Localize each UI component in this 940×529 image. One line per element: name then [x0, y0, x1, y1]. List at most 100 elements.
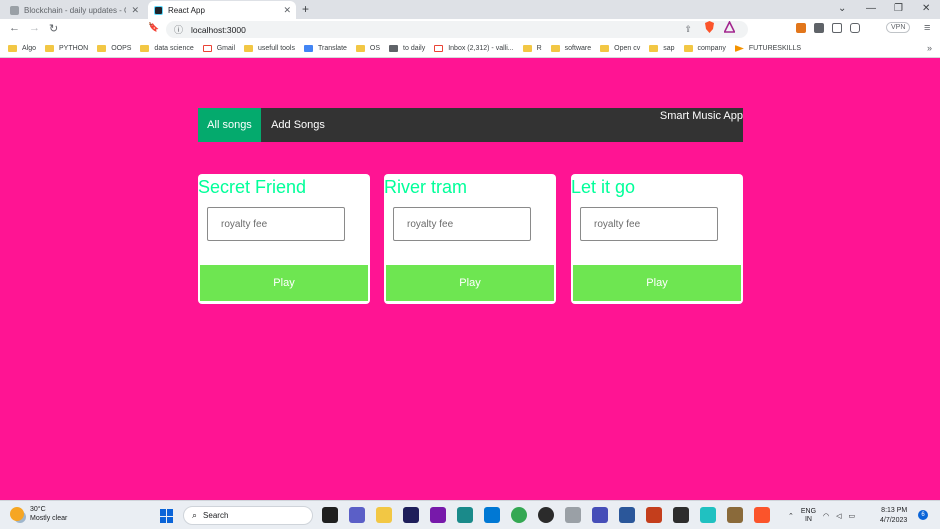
archive-app-icon[interactable]	[727, 507, 743, 523]
nav-add-songs[interactable]: Add Songs	[261, 108, 335, 142]
folder-icon	[522, 45, 532, 52]
weather-desc: Mostly clear	[30, 515, 68, 522]
brave-rewards-icon[interactable]	[724, 21, 735, 33]
bookmark-label: to daily	[403, 45, 426, 52]
address-bar[interactable]: ⓘ localhost:3000 ⇪	[166, 21, 748, 38]
brave-shields-icon[interactable]	[704, 21, 715, 33]
tab-search-icon[interactable]: ⌄	[838, 3, 846, 14]
taskbar-search[interactable]: ⌕ Search	[183, 506, 313, 525]
pinned-apps	[322, 507, 770, 523]
gmail-icon	[434, 45, 444, 52]
bookmark-item[interactable]: R	[522, 45, 542, 52]
powerpoint-icon[interactable]	[646, 507, 662, 523]
battery-icon[interactable]: ▭	[849, 512, 856, 520]
bookmark-item[interactable]: Inbox (2,312) - valli...	[434, 45, 514, 52]
media-player-icon[interactable]	[538, 507, 554, 523]
maximize-button[interactable]: ❐	[894, 3, 903, 14]
sidebar-icon[interactable]	[832, 23, 842, 33]
extensions-icon[interactable]	[814, 23, 824, 33]
task-view-icon[interactable]	[322, 507, 338, 523]
royalty-fee-input[interactable]	[393, 207, 531, 241]
bookmark-item[interactable]: OOPS	[97, 45, 131, 52]
search-label: Search	[203, 511, 229, 520]
tab-title: React App	[168, 5, 205, 15]
teams-icon[interactable]	[592, 507, 608, 523]
wallet-icon[interactable]	[850, 23, 860, 33]
song-card: River tram Play	[384, 174, 556, 304]
weather-widget[interactable]: 30°C Mostly clear	[10, 505, 67, 523]
vscode-icon[interactable]	[484, 507, 500, 523]
folder-icon	[244, 45, 254, 52]
metamask-icon[interactable]	[796, 23, 806, 33]
cube-app-icon[interactable]	[700, 507, 716, 523]
song-title: River tram	[384, 177, 468, 197]
google-docs-favicon-icon	[10, 5, 19, 15]
react-favicon-icon	[154, 5, 163, 15]
bookmark-item[interactable]: FUTURESKILLS	[734, 45, 801, 52]
chrome-icon[interactable]	[511, 507, 527, 523]
royalty-fee-input[interactable]	[580, 207, 718, 241]
close-icon[interactable]: ✕	[126, 5, 144, 16]
bookmark-item[interactable]: usefull tools	[244, 45, 295, 52]
bookmark-item[interactable]: Open cv	[600, 45, 640, 52]
bookmark-item[interactable]: company	[683, 45, 726, 52]
translate-icon	[303, 45, 313, 52]
terminal-icon[interactable]	[673, 507, 689, 523]
chevron-up-icon[interactable]: ⌃	[788, 512, 794, 520]
chat-icon[interactable]	[349, 507, 365, 523]
bookmark-item[interactable]: software	[550, 45, 591, 52]
microphone-icon[interactable]	[565, 507, 581, 523]
nav-all-songs[interactable]: All songs	[198, 108, 261, 142]
bookmark-item[interactable]: to daily	[389, 45, 425, 52]
site-info-icon[interactable]: ⓘ	[174, 23, 183, 36]
bookmark-item[interactable]: data science	[140, 45, 194, 52]
folder-icon	[355, 45, 365, 52]
bookmark-item[interactable]: sap	[649, 45, 675, 52]
notification-badge[interactable]: 6	[918, 510, 928, 520]
word-icon[interactable]	[619, 507, 635, 523]
bookmarks-overflow-button[interactable]: »	[927, 43, 932, 53]
brave-icon[interactable]	[754, 507, 770, 523]
speaker-icon[interactable]: ◁	[836, 512, 841, 520]
clock[interactable]: 8:13 PM 4/7/2023	[880, 506, 907, 526]
edge-icon[interactable]	[457, 507, 473, 523]
reload-button[interactable]: ↻	[49, 22, 58, 35]
minimize-button[interactable]: —	[866, 3, 876, 14]
tab-react-app[interactable]: React App ✕	[148, 1, 296, 19]
play-button[interactable]: Play	[573, 265, 741, 301]
play-button[interactable]: Play	[200, 265, 368, 301]
bookmark-item[interactable]: OS	[355, 45, 380, 52]
play-button[interactable]: Play	[386, 265, 554, 301]
song-title: Secret Friend	[198, 177, 307, 197]
url-text[interactable]: localhost:3000	[191, 25, 246, 35]
bookmark-item[interactable]: PYTHON	[45, 45, 88, 52]
onenote-icon[interactable]	[430, 507, 446, 523]
close-icon[interactable]: ✕	[278, 5, 296, 16]
new-tab-button[interactable]: +	[302, 2, 309, 16]
moon-cloud-icon	[10, 507, 24, 521]
vpn-button[interactable]: VPN	[886, 22, 911, 33]
close-window-button[interactable]: ✕	[922, 3, 930, 14]
back-button[interactable]: ←	[9, 22, 20, 34]
bookmark-item[interactable]: Translate	[303, 45, 347, 52]
store-icon[interactable]	[403, 507, 419, 523]
bookmark-label: Translate	[317, 45, 347, 52]
bookmark-item[interactable]: Algo	[8, 45, 36, 52]
file-explorer-icon[interactable]	[376, 507, 392, 523]
bookmark-label: data science	[154, 45, 194, 52]
bookmark-item[interactable]: Gmail	[202, 45, 235, 52]
windows-logo-icon	[160, 509, 166, 516]
start-button[interactable]	[160, 509, 174, 523]
wifi-icon[interactable]: ◠	[823, 512, 829, 520]
forward-button[interactable]: →	[29, 22, 40, 34]
bookmark-label: Inbox (2,312) - valli...	[448, 45, 514, 52]
royalty-fee-input[interactable]	[207, 207, 345, 241]
clock-date: 4/7/2023	[880, 517, 908, 524]
bookmark-icon[interactable]: 🔖	[148, 22, 159, 33]
tab-blockchain[interactable]: Blockchain - daily updates - Google D ✕	[4, 1, 144, 19]
arrow-icon	[734, 45, 744, 52]
language-indicator[interactable]: ENG IN	[801, 508, 816, 524]
page-viewport: All songs Add Songs Smart Music App Secr…	[0, 59, 940, 500]
menu-icon[interactable]: ≡	[924, 22, 930, 34]
share-icon[interactable]: ⇪	[684, 24, 692, 35]
